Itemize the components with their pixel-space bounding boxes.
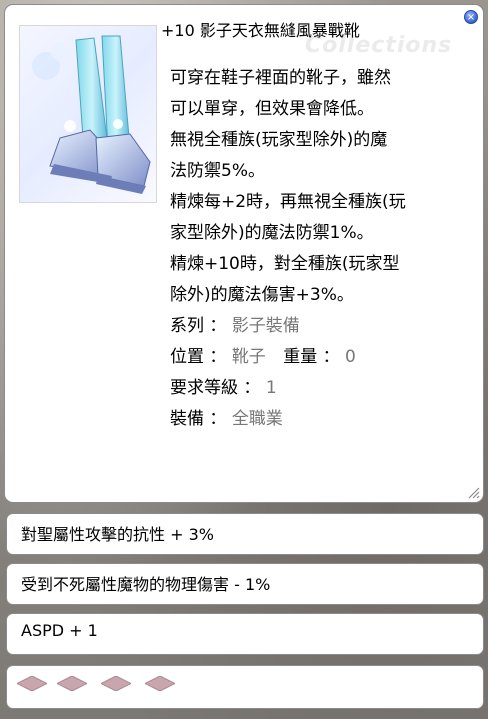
job-label: 裝備 ： bbox=[170, 409, 227, 429]
option-text: 對聖屬性攻擊的抗性 + 3% bbox=[21, 525, 214, 544]
description-line: 可穿在鞋子裡面的靴子，雖然 bbox=[170, 68, 391, 88]
option-text: ASPD + 1 bbox=[21, 621, 98, 640]
description-line: 無視全種族(玩家型除外)的魔 bbox=[170, 130, 388, 150]
property-location: 位置 ： 靴子 重量 ： 0 bbox=[170, 342, 475, 373]
weight-label: 重量 ： bbox=[283, 347, 340, 367]
description-line: 精煉+10時，對全種族(玩家型 bbox=[170, 254, 400, 274]
option-text: 受到不死屬性魔物的物理傷害 - 1% bbox=[21, 575, 271, 594]
weight-value: 0 bbox=[345, 347, 356, 367]
item-description: 可穿在鞋子裡面的靴子，雖然 可以單穿，但效果會降低。 無視全種族(玩家型除外)的… bbox=[170, 63, 475, 435]
property-type: 系列 ： 影子裝備 bbox=[170, 311, 475, 342]
close-icon[interactable]: × bbox=[464, 10, 478, 24]
job-value: 全職業 bbox=[231, 409, 283, 429]
description-line: 精煉每+2時，再無視全種族(玩 bbox=[170, 192, 406, 212]
option-panel-1: 對聖屬性攻擊的抗性 + 3% bbox=[6, 513, 484, 555]
empty-card-slot-icon[interactable] bbox=[101, 676, 131, 691]
item-title: +10 影子天衣無縫風暴戰靴 bbox=[161, 21, 360, 40]
description-line: 可以單穿，但效果會降低。 bbox=[170, 99, 374, 119]
location-value: 靴子 bbox=[231, 347, 266, 367]
type-value: 影子裝備 bbox=[231, 316, 300, 336]
item-illustration bbox=[19, 25, 157, 203]
property-level: 要求等級 ： 1 bbox=[170, 373, 475, 404]
card-slot-panel bbox=[6, 665, 484, 709]
option-panel-3: ASPD + 1 bbox=[6, 613, 484, 655]
empty-card-slot-icon[interactable] bbox=[145, 676, 175, 691]
level-value: 1 bbox=[265, 378, 277, 398]
resize-grip-icon[interactable] bbox=[464, 483, 480, 499]
description-line: 法防禦5%。 bbox=[170, 161, 265, 181]
property-job: 裝備 ： 全職業 bbox=[170, 404, 475, 435]
boots-icon bbox=[32, 35, 151, 194]
option-panel-2: 受到不死屬性魔物的物理傷害 - 1% bbox=[6, 563, 484, 605]
description-line: 家型除外)的魔法防禦1%。 bbox=[170, 223, 374, 243]
empty-card-slot-icon[interactable] bbox=[17, 676, 47, 691]
item-description-window[interactable]: Collections +10 影子天衣無縫風暴戰靴 × 可穿在鞋子裡面的靴子，… bbox=[4, 4, 484, 503]
empty-card-slot-icon[interactable] bbox=[57, 676, 87, 691]
type-label: 系列 ： bbox=[170, 316, 227, 336]
description-line: 除外)的魔法傷害+3%。 bbox=[170, 285, 354, 305]
location-label: 位置 ： bbox=[170, 347, 227, 367]
level-label: 要求等級 ： bbox=[170, 378, 261, 398]
